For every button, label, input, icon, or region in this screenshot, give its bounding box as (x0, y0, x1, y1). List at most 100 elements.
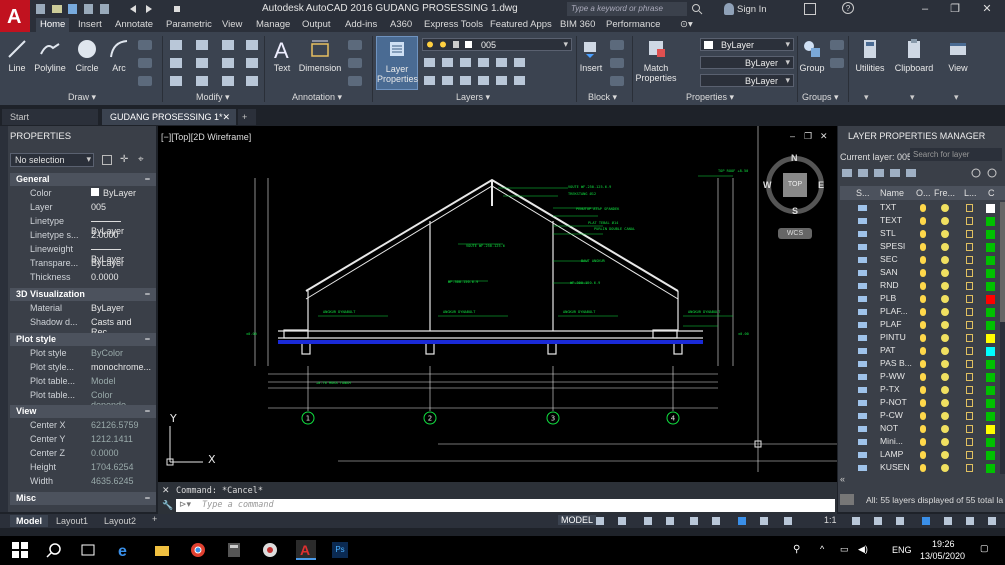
lightbulb-icon[interactable] (920, 321, 926, 329)
dimension-button[interactable]: Dimension (296, 38, 344, 73)
minimize-button[interactable]: – (910, 0, 940, 18)
layer-row[interactable]: KUSEN (840, 462, 1000, 474)
freeze-sun-icon[interactable] (941, 334, 949, 342)
markup-icon[interactable] (348, 76, 362, 86)
layer-row[interactable]: PAS B... (840, 358, 1000, 371)
layer-color-swatch[interactable] (986, 438, 995, 447)
prop-row[interactable]: Center Y 1212.1411 (10, 434, 156, 448)
layer-row[interactable]: TEXT (840, 215, 1000, 228)
layer-row[interactable]: TXT (840, 202, 1000, 215)
lightbulb-icon[interactable] (920, 217, 926, 225)
annotation-scale[interactable]: 1:1 (824, 515, 837, 525)
lightbulb-icon[interactable] (920, 295, 926, 303)
autocad-logo[interactable]: A (0, 0, 30, 32)
utilities-button[interactable]: Utilities (852, 38, 888, 73)
edge-icon[interactable]: e (118, 542, 134, 560)
toggle-pickadd-icon[interactable] (102, 155, 112, 165)
lock-icon[interactable] (966, 217, 973, 225)
layer-tools[interactable] (422, 56, 572, 90)
color-dropdown[interactable]: ByLayer ▾ (700, 38, 794, 51)
tab-view[interactable]: View (218, 18, 246, 32)
tab-a360[interactable]: A360 (386, 18, 416, 32)
text-button[interactable]: A Text (268, 38, 296, 73)
properties-panel-label[interactable]: Properties ▾ (686, 92, 734, 103)
layer-toolbar[interactable] (840, 166, 1000, 180)
tab-bim360[interactable]: BIM 360 (556, 18, 599, 32)
layer-color-swatch[interactable] (986, 256, 995, 265)
lock-icon[interactable] (966, 386, 973, 394)
lock-icon[interactable] (966, 438, 973, 446)
lightbulb-icon[interactable] (920, 438, 926, 446)
plot-style-category[interactable]: Plot style − (10, 333, 156, 346)
layer-color-swatch[interactable] (986, 282, 995, 291)
prop-row[interactable]: Lineweight ByLayer (10, 244, 156, 264)
lock-icon[interactable] (966, 425, 973, 433)
rectangle-icon[interactable] (138, 40, 152, 50)
layer-row[interactable]: SEC (840, 254, 1000, 267)
linetype-dropdown[interactable]: ByLayer ▾ (700, 56, 794, 69)
prop-row[interactable]: Width 4635.6245 (10, 476, 156, 490)
exchange-icon[interactable] (804, 3, 816, 15)
lock-icon[interactable] (966, 360, 973, 368)
prop-row[interactable]: Layer 005 (10, 202, 156, 216)
tab-overflow-icon[interactable]: ⊙▾ (676, 18, 697, 32)
freeze-sun-icon[interactable] (941, 438, 949, 446)
layer-filter-panel-icon[interactable]: « (840, 474, 845, 484)
layer-color-swatch[interactable] (986, 295, 995, 304)
settings-icon[interactable] (840, 494, 854, 505)
lightbulb-icon[interactable] (920, 425, 926, 433)
prop-row[interactable]: Material ByLayer (10, 303, 156, 317)
quick-access-toolbar[interactable] (34, 3, 214, 15)
modify-tools[interactable] (168, 38, 264, 90)
layer-color-swatch[interactable] (986, 230, 995, 239)
layer-row[interactable]: NOT (840, 423, 1000, 436)
close-button[interactable]: ✕ (972, 0, 1002, 18)
layer-row[interactable]: PINTU (840, 332, 1000, 345)
view-category[interactable]: View − (10, 405, 156, 418)
layer-color-swatch[interactable] (986, 412, 995, 421)
tab-addins[interactable]: Add-ins (341, 18, 381, 32)
prop-row[interactable]: Linetype s... 2.0000 (10, 230, 156, 244)
sign-in-link[interactable]: Sign In (737, 4, 767, 15)
misc-category[interactable]: Misc − (10, 492, 156, 505)
lock-icon[interactable] (966, 295, 973, 303)
lock-icon[interactable] (966, 269, 973, 277)
lightbulb-icon[interactable] (920, 360, 926, 368)
windows-start-icon[interactable] (12, 542, 28, 558)
match-properties-button[interactable]: Match Properties (634, 38, 678, 83)
modify-panel-label[interactable]: Modify ▾ (196, 92, 230, 103)
layer-color-swatch[interactable] (986, 425, 995, 434)
lock-icon[interactable] (966, 347, 973, 355)
layer-color-swatch[interactable] (986, 451, 995, 460)
prop-row[interactable]: Plot style ByColor (10, 348, 156, 362)
lightbulb-icon[interactable] (920, 204, 926, 212)
layer-row[interactable]: PLB (840, 293, 1000, 306)
freeze-sun-icon[interactable] (941, 269, 949, 277)
start-tab[interactable]: Start (2, 109, 98, 125)
tab-manage[interactable]: Manage (252, 18, 294, 32)
layer-color-swatch[interactable] (986, 399, 995, 408)
model-space-button[interactable]: MODEL (558, 515, 597, 525)
freeze-sun-icon[interactable] (941, 347, 949, 355)
close-icon[interactable]: ✕ (162, 485, 170, 496)
tab-performance[interactable]: Performance (602, 18, 664, 32)
region-icon[interactable] (138, 76, 152, 86)
layer-color-swatch[interactable] (986, 373, 995, 382)
freeze-sun-icon[interactable] (941, 451, 949, 459)
layer-scrollbar[interactable] (1000, 202, 1005, 474)
compass-south[interactable]: S (792, 206, 798, 216)
clock-time[interactable]: 19:26 (932, 539, 955, 549)
lock-icon[interactable] (966, 256, 973, 264)
annotation-panel-label[interactable]: Annotation ▾ (292, 92, 342, 103)
drawing-canvas[interactable]: [−][Top][2D Wireframe] VOUTE WF.250.125.… (158, 126, 837, 472)
freeze-sun-icon[interactable] (941, 282, 949, 290)
close-icon[interactable]: ✕ (222, 109, 230, 125)
line-button[interactable]: Line (4, 38, 30, 73)
lightbulb-icon[interactable] (920, 282, 926, 290)
view-button[interactable]: View (942, 38, 974, 73)
freeze-sun-icon[interactable] (941, 399, 949, 407)
layer-row[interactable]: P-CW (840, 410, 1000, 423)
prop-row[interactable]: Thickness 0.0000 (10, 272, 156, 286)
lightbulb-icon[interactable] (920, 451, 926, 459)
layer-list[interactable]: TXT TEXT STL SPESI SEC SAN RND PLB PLAF... PLAF PI… (840, 202, 1000, 474)
